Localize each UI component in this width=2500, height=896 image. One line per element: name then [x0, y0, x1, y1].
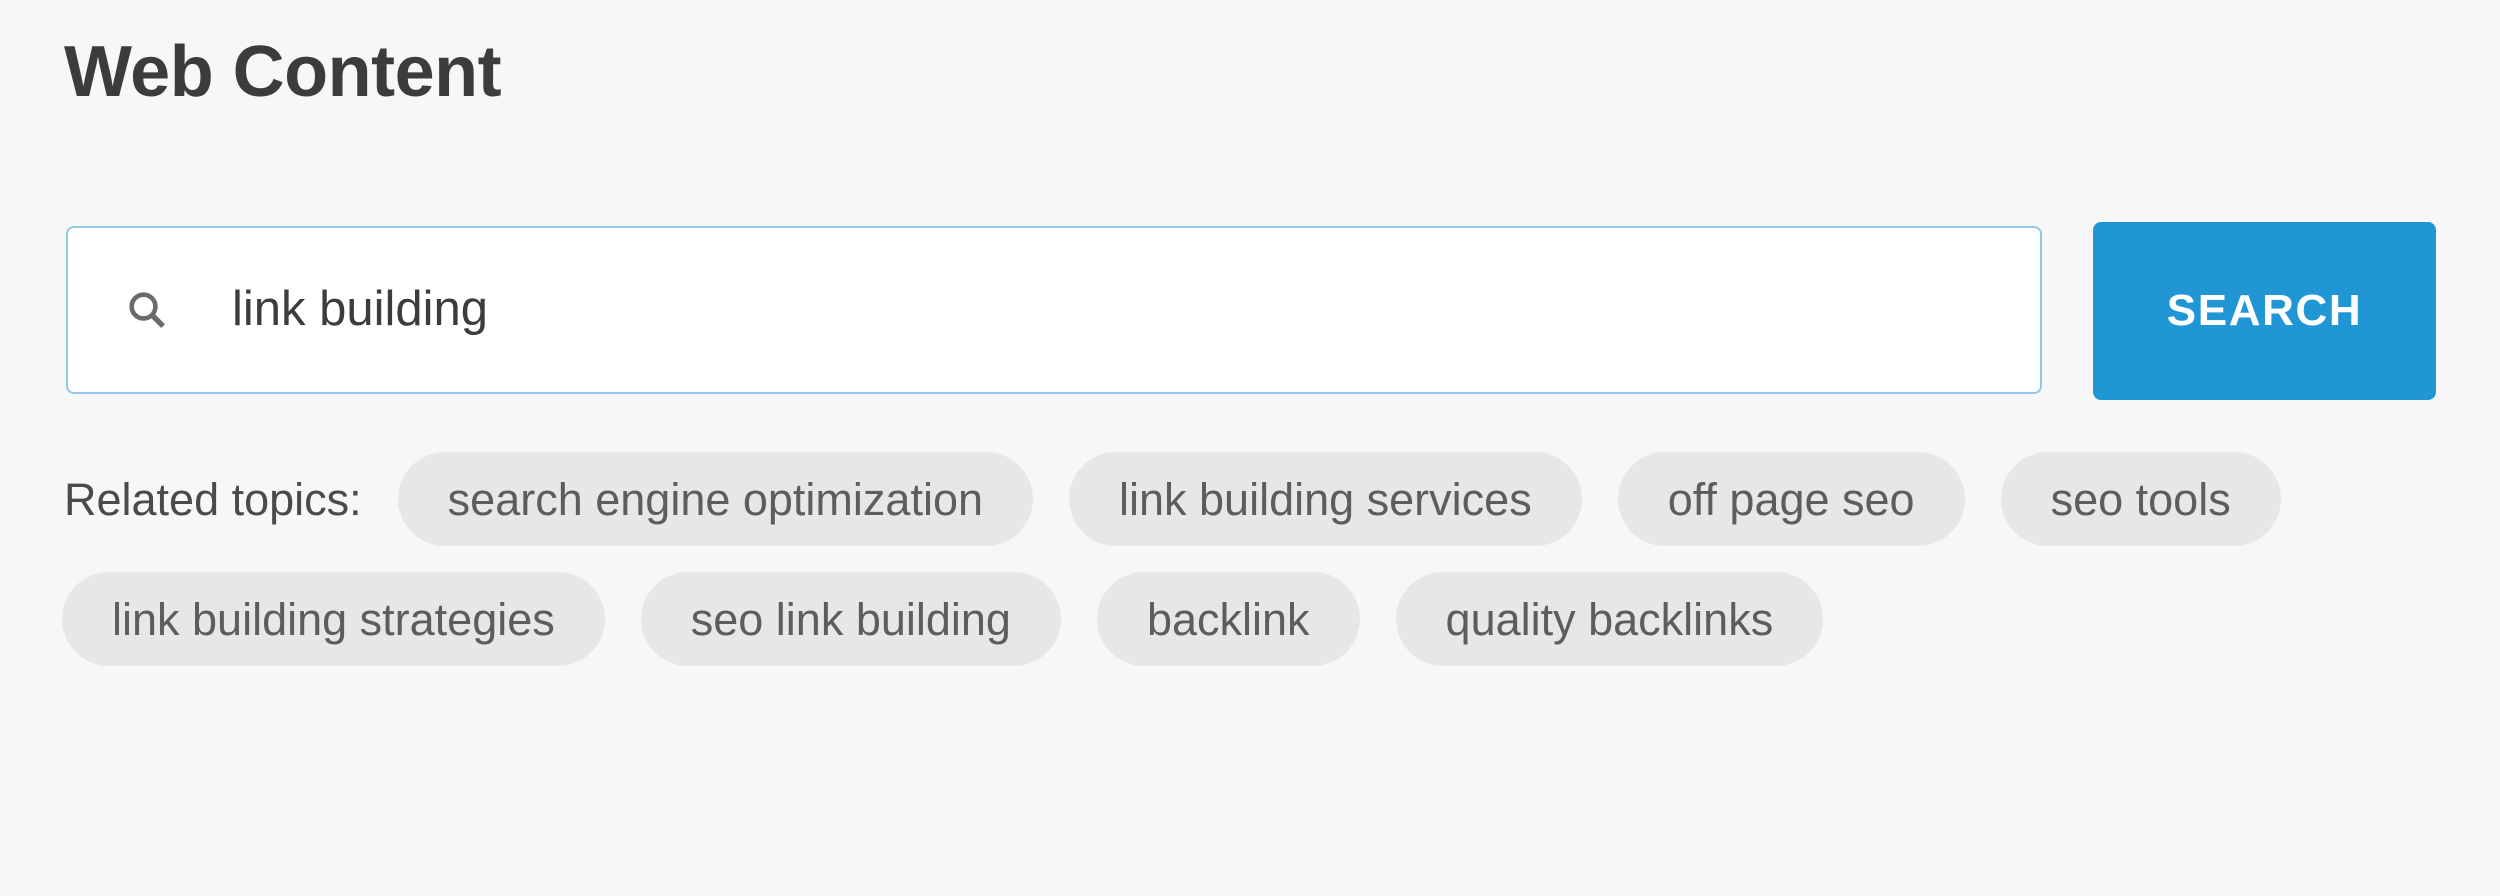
- topic-chip[interactable]: link building services: [1069, 452, 1582, 546]
- search-input[interactable]: [232, 283, 2014, 337]
- search-field[interactable]: [66, 226, 2042, 394]
- related-topics-section: Related topics: search engine optimizati…: [62, 452, 2442, 666]
- topic-chip[interactable]: quality backlinks: [1395, 572, 1824, 666]
- topic-chip[interactable]: backlink: [1096, 572, 1360, 666]
- topic-chip[interactable]: off page seo: [1617, 452, 1965, 546]
- page-title: Web Content: [64, 32, 502, 112]
- search-row: SEARCH: [66, 222, 2436, 402]
- topic-chip[interactable]: seo tools: [2000, 452, 2281, 546]
- related-topics-label: Related topics:: [64, 473, 362, 525]
- topic-chip[interactable]: link building strategies: [62, 572, 605, 666]
- topic-chip[interactable]: search engine optimization: [397, 452, 1033, 546]
- search-icon: [124, 287, 170, 333]
- topic-chip[interactable]: seo link building: [640, 572, 1061, 666]
- search-button[interactable]: SEARCH: [2093, 222, 2436, 400]
- web-content-panel: Web Content SEARCH Related topics: searc…: [0, 0, 2500, 896]
